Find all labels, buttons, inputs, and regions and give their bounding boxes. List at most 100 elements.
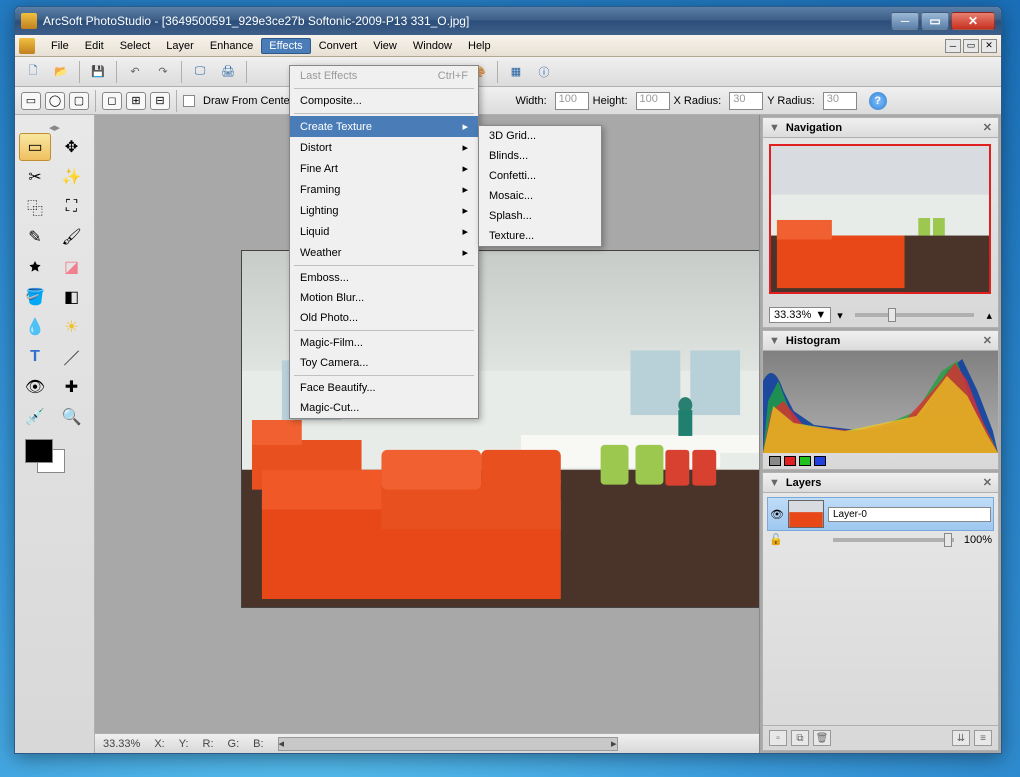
print-icon[interactable]: 🖨 (216, 60, 240, 84)
delete-layer-icon[interactable]: 🗑 (813, 730, 831, 746)
menu-fine-art[interactable]: Fine Art▸ (290, 158, 478, 179)
channel-luminosity[interactable] (769, 456, 781, 466)
collapse-icon[interactable]: ▼ (769, 335, 780, 347)
eraser-tool-icon[interactable]: ◪ (56, 253, 88, 281)
shape-ellipse-icon[interactable]: ◯ (45, 92, 65, 110)
submenu-mosaic[interactable]: Mosaic... (479, 186, 601, 206)
menu-old-photo[interactable]: Old Photo... (290, 308, 478, 328)
mdi-close-button[interactable]: ✕ (981, 39, 997, 53)
submenu-confetti[interactable]: Confetti... (479, 166, 601, 186)
menu-help[interactable]: Help (460, 38, 499, 54)
width-input[interactable]: 100 (555, 92, 589, 110)
bucket-tool-icon[interactable]: 🪣 (19, 283, 51, 311)
text-tool-icon[interactable]: T (19, 343, 51, 371)
layer-row[interactable]: 👁 Layer-0 (767, 497, 994, 531)
info-icon[interactable]: ⓘ (532, 60, 556, 84)
gradient-tool-icon[interactable]: ◧ (56, 283, 88, 311)
layers-header[interactable]: ▼ Layers ✕ (763, 473, 998, 493)
collapse-icon[interactable]: ▼ (769, 477, 780, 489)
zoom-select[interactable]: 33.33%▼ (769, 307, 831, 323)
menu-framing[interactable]: Framing▸ (290, 179, 478, 200)
menu-enhance[interactable]: Enhance (202, 38, 261, 54)
lasso-tool-icon[interactable]: ✂ (19, 163, 51, 191)
menu-magic-cut[interactable]: Magic-Cut... (290, 398, 478, 418)
brush-tool-icon[interactable]: 🖌 (56, 223, 88, 251)
mdi-restore-button[interactable]: ▭ (963, 39, 979, 53)
zoom-slider[interactable] (855, 313, 975, 317)
zoom-in-icon[interactable]: ▴ (986, 309, 992, 322)
menu-view[interactable]: View (365, 38, 405, 54)
menu-lighting[interactable]: Lighting▸ (290, 200, 478, 221)
color-swatches[interactable] (19, 439, 90, 483)
mdi-minimize-button[interactable]: ─ (945, 39, 961, 53)
close-button[interactable]: ✕ (951, 12, 995, 30)
maximize-button[interactable]: ▭ (921, 12, 949, 30)
navigation-thumbnail[interactable] (769, 144, 991, 294)
lock-icon[interactable]: 🔓 (769, 533, 783, 546)
submenu-splash[interactable]: Splash... (479, 206, 601, 226)
submenu-3d-grid[interactable]: 3D Grid... (479, 126, 601, 146)
undo-icon[interactable]: ↶ (123, 60, 147, 84)
histogram-header[interactable]: ▼ Histogram ✕ (763, 331, 998, 351)
duplicate-layer-icon[interactable]: ⧉ (791, 730, 809, 746)
foreground-color-swatch[interactable] (25, 439, 53, 463)
menu-toy-camera[interactable]: Toy Camera... (290, 353, 478, 373)
mode-new-icon[interactable]: ◻ (102, 92, 122, 110)
channel-green[interactable] (799, 456, 811, 466)
minimize-button[interactable]: ─ (891, 12, 919, 30)
menu-emboss[interactable]: Emboss... (290, 268, 478, 288)
dodge-tool-icon[interactable]: ☀ (56, 313, 88, 341)
new-layer-icon[interactable]: ▫ (769, 730, 787, 746)
transform-tool-icon[interactable]: ⛶ (56, 193, 88, 221)
eyedropper-tool-icon[interactable]: 💉 (19, 403, 51, 431)
zoom-out-icon[interactable]: ▾ (837, 309, 843, 322)
merge-down-icon[interactable]: ⇊ (952, 730, 970, 746)
layer-name-input[interactable]: Layer-0 (828, 507, 991, 522)
grid-icon[interactable]: ▦ (504, 60, 528, 84)
move-tool-icon[interactable]: ✥ (56, 133, 88, 161)
marquee-tool-icon[interactable]: ▭ (19, 133, 51, 161)
menu-convert[interactable]: Convert (311, 38, 366, 54)
panel-close-icon[interactable]: ✕ (983, 334, 992, 347)
submenu-texture[interactable]: Texture... (479, 226, 601, 246)
save-icon[interactable]: 💾 (86, 60, 110, 84)
menu-weather[interactable]: Weather▸ (290, 242, 478, 263)
menu-effects[interactable]: Effects (261, 38, 310, 54)
menu-distort[interactable]: Distort▸ (290, 137, 478, 158)
menu-edit[interactable]: Edit (77, 38, 112, 54)
channel-blue[interactable] (814, 456, 826, 466)
menu-create-texture[interactable]: Create Texture▸ (290, 116, 478, 137)
yradius-input[interactable]: 30 (823, 92, 857, 110)
panel-close-icon[interactable]: ✕ (983, 121, 992, 134)
layer-thumbnail[interactable] (788, 500, 824, 528)
pen-tool-icon[interactable]: ✎ (19, 223, 51, 251)
menu-select[interactable]: Select (112, 38, 159, 54)
submenu-blinds[interactable]: Blinds... (479, 146, 601, 166)
heal-tool-icon[interactable]: ✚ (56, 373, 88, 401)
magic-wand-icon[interactable]: ✨ (56, 163, 88, 191)
help-icon[interactable]: ? (869, 92, 887, 110)
horizontal-scrollbar[interactable]: ◂▸ (278, 737, 618, 751)
menu-window[interactable]: Window (405, 38, 460, 54)
blur-tool-icon[interactable]: 💧 (19, 313, 51, 341)
toolbox-handle[interactable]: ◂▸ (19, 121, 90, 129)
menu-magic-film[interactable]: Magic-Film... (290, 333, 478, 353)
menu-layer[interactable]: Layer (158, 38, 202, 54)
mode-add-icon[interactable]: ⊞ (126, 92, 146, 110)
redo-icon[interactable]: ↷ (151, 60, 175, 84)
visibility-icon[interactable]: 👁 (770, 508, 784, 521)
shape-roundrect-icon[interactable]: ▢ (69, 92, 89, 110)
flatten-icon[interactable]: ≡ (974, 730, 992, 746)
new-file-icon[interactable]: 🗋 (21, 60, 45, 84)
redeye-tool-icon[interactable]: 👁 (19, 373, 51, 401)
stamp-tool-icon[interactable]: 🟊 (19, 253, 51, 281)
menu-motion-blur[interactable]: Motion Blur... (290, 288, 478, 308)
crop-tool-icon[interactable]: ⿻ (19, 193, 51, 221)
menu-file[interactable]: File (43, 38, 77, 54)
navigation-header[interactable]: ▼ Navigation ✕ (763, 118, 998, 138)
mode-sub-icon[interactable]: ⊟ (150, 92, 170, 110)
menu-composite[interactable]: Composite... (290, 91, 478, 111)
line-tool-icon[interactable]: ／ (56, 343, 88, 371)
menu-liquid[interactable]: Liquid▸ (290, 221, 478, 242)
panel-close-icon[interactable]: ✕ (983, 476, 992, 489)
